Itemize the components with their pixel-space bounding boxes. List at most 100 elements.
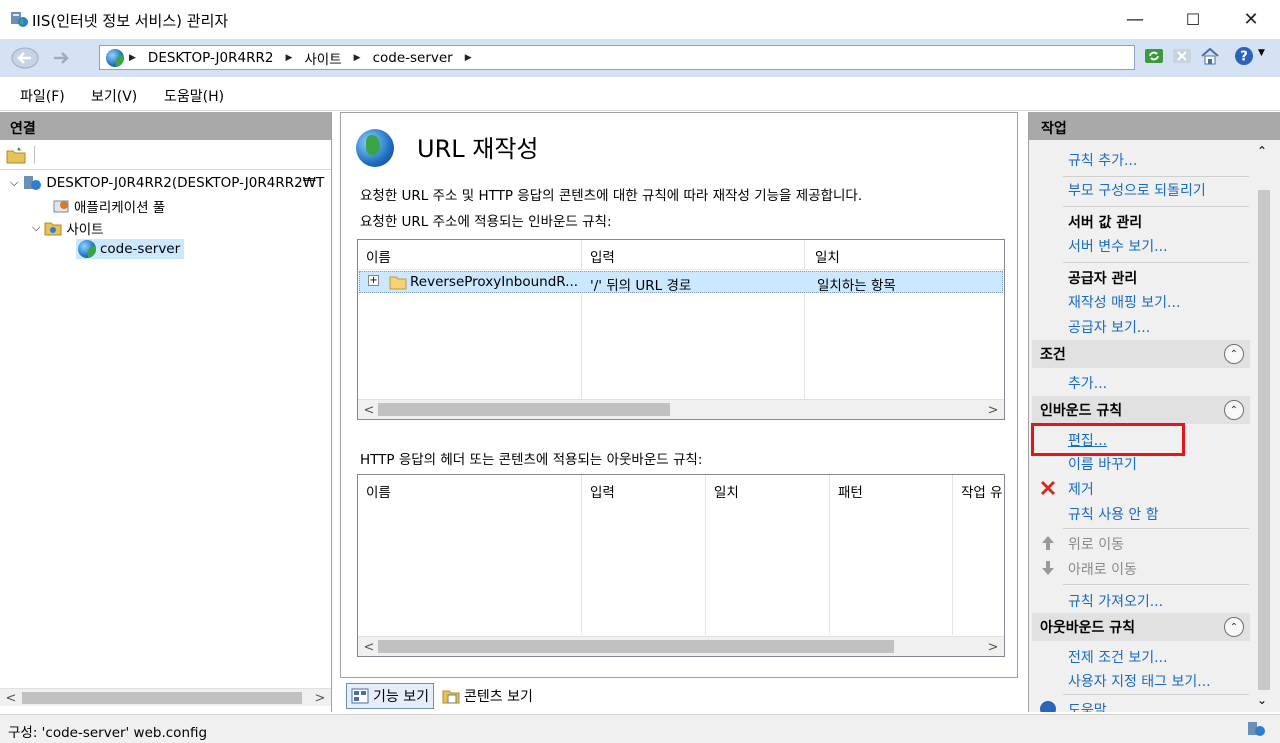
inbound-rules-grid[interactable]: 이름 입력 일치 + ReverseProxyInboundR... '/' 뒤… <box>357 239 1005 420</box>
scroll-right-icon[interactable]: > <box>984 638 1002 656</box>
expand-plus-icon[interactable]: + <box>368 275 379 286</box>
tab-content-view[interactable]: 콘텐츠 보기 <box>438 683 537 709</box>
inbound-header: 이름 입력 일치 <box>358 240 1004 270</box>
action-move-down[interactable]: 아래로 이동 <box>1068 559 1137 579</box>
features-view-icon <box>351 688 369 704</box>
scroll-down-icon[interactable]: ⌄ <box>1257 693 1267 707</box>
menu-view[interactable]: 보기(V) <box>91 86 137 106</box>
view-tabs: 기능 보기 콘텐츠 보기 <box>346 683 537 709</box>
action-condition-add[interactable]: 추가... <box>1068 373 1107 393</box>
connections-hscroll[interactable]: < > <box>0 688 331 706</box>
menu-bar: 파일(F) 보기(V) 도움말(H) <box>0 77 1280 111</box>
breadcrumb-server[interactable]: DESKTOP-J0R4RR2 <box>148 50 274 66</box>
action-view-providers[interactable]: 공급자 보기... <box>1068 317 1150 337</box>
action-revert-parent[interactable]: 부모 구성으로 되돌리기 <box>1068 180 1206 200</box>
breadcrumb-sites[interactable]: 사이트 <box>304 48 341 68</box>
col-header-input[interactable]: 입력 <box>590 481 615 501</box>
action-rename[interactable]: 이름 바꾸기 <box>1068 454 1137 474</box>
refresh-icon[interactable] <box>1143 45 1165 67</box>
breadcrumb-site[interactable]: code-server <box>373 50 453 66</box>
outbound-section-bar[interactable]: 아웃바운드 규칙 ⌃ <box>1032 613 1250 641</box>
col-header-match[interactable]: 일치 <box>714 481 739 501</box>
scroll-right-icon[interactable]: > <box>311 689 329 707</box>
action-view-custom-tags[interactable]: 사용자 지정 태그 보기... <box>1068 671 1211 691</box>
scroll-right-icon[interactable]: > <box>984 401 1002 419</box>
tree-label-server: DESKTOP-J0R4RR2(DESKTOP-J0R4RR2₩T <box>46 175 325 191</box>
maximize-button[interactable]: ☐ <box>1164 0 1222 39</box>
col-header-input[interactable]: 입력 <box>590 246 615 266</box>
forward-button[interactable] <box>44 46 78 70</box>
help-icon[interactable]: ? <box>1233 45 1255 67</box>
action-view-preconditions[interactable]: 전제 조건 보기... <box>1068 647 1168 667</box>
action-remove[interactable]: 제거 <box>1068 479 1094 499</box>
title-bar: IIS(인터넷 정보 서비스) 관리자 — ☐ ✕ <box>0 0 1280 39</box>
outbound-hscroll[interactable]: < > <box>358 636 1004 656</box>
scroll-up-icon[interactable]: ⌃ <box>1257 144 1267 158</box>
scroll-left-icon[interactable]: < <box>360 401 378 419</box>
divider <box>1063 176 1249 177</box>
table-row[interactable]: + ReverseProxyInboundR... '/' 뒤의 URL 경로 … <box>359 271 1003 294</box>
rule-name: ReverseProxyInboundR... <box>410 274 579 290</box>
home-icon[interactable] <box>1199 45 1221 67</box>
divider <box>1063 584 1249 585</box>
new-connection-icon[interactable] <box>6 146 26 164</box>
scroll-left-icon[interactable]: < <box>360 638 378 656</box>
app-pool-icon <box>53 200 69 213</box>
scroll-thumb[interactable] <box>378 640 894 653</box>
server-icon <box>24 176 42 190</box>
tree-node-sites[interactable]: ⌵ 사이트 <box>32 218 104 238</box>
minimize-button[interactable]: — <box>1106 0 1164 39</box>
feature-pane: URL 재작성 요청한 URL 주소 및 HTTP 응답의 콘텐츠에 대한 규칙… <box>340 112 1018 678</box>
back-button[interactable] <box>8 46 42 70</box>
actions-pane: 작업 ⌃ ⌄ 규칙 추가... 부모 구성으로 되돌리기 서버 값 관리 서버 … <box>1028 112 1280 712</box>
collapse-up-icon[interactable]: ⌃ <box>1224 400 1244 420</box>
action-disable-rule[interactable]: 규칙 사용 안 함 <box>1068 504 1159 524</box>
action-view-server-vars[interactable]: 서버 변수 보기... <box>1068 236 1168 256</box>
scroll-thumb[interactable] <box>22 692 302 704</box>
close-button[interactable]: ✕ <box>1222 0 1280 39</box>
col-header-pattern[interactable]: 패턴 <box>838 481 863 501</box>
col-divider <box>581 240 582 400</box>
menu-file[interactable]: 파일(F) <box>20 86 65 106</box>
action-help[interactable]: 도움말 <box>1068 700 1107 712</box>
connections-toolbar <box>0 140 331 170</box>
tab-features-view[interactable]: 기능 보기 <box>346 683 434 709</box>
action-import-rules[interactable]: 규칙 가져오기... <box>1068 591 1163 611</box>
outbound-rules-grid[interactable]: 이름 입력 일치 패턴 작업 유 < > <box>357 474 1005 657</box>
action-move-up[interactable]: 위로 이동 <box>1068 534 1124 554</box>
inbound-section-bar[interactable]: 인바운드 규칙 ⌃ <box>1032 396 1250 424</box>
status-text: 구성: 'code-server' web.config <box>8 725 208 741</box>
scroll-thumb[interactable] <box>378 403 670 416</box>
help-dropdown-icon[interactable]: ▼ <box>1258 48 1265 58</box>
scroll-thumb[interactable] <box>1258 190 1270 690</box>
address-breadcrumb[interactable]: ▶ DESKTOP-J0R4RR2 ▶ 사이트 ▶ code-server ▶ <box>99 45 1135 70</box>
tree-node-server[interactable]: ⌵ DESKTOP-J0R4RR2(DESKTOP-J0R4RR2₩T <box>10 174 324 192</box>
conditions-section-bar[interactable]: 조건 ⌃ <box>1032 340 1250 368</box>
divider <box>1063 206 1249 207</box>
tab-content-label: 콘텐츠 보기 <box>463 689 533 705</box>
col-divider <box>705 475 706 635</box>
connections-title: 연결 <box>0 112 331 140</box>
sites-folder-icon <box>44 222 62 236</box>
action-add-rule[interactable]: 규칙 추가... <box>1068 150 1137 170</box>
tree-node-app-pools[interactable]: 애플리케이션 풀 <box>52 196 165 216</box>
menu-help[interactable]: 도움말(H) <box>164 86 224 106</box>
tree-node-code-server[interactable]: code-server <box>76 239 185 259</box>
col-header-name[interactable]: 이름 <box>366 246 391 266</box>
stop-icon[interactable] <box>1171 45 1193 67</box>
status-bar: 구성: 'code-server' web.config <box>0 714 1280 743</box>
col-header-match[interactable]: 일치 <box>815 246 840 266</box>
col-header-name[interactable]: 이름 <box>366 481 391 501</box>
chevron-right-icon: ▶ <box>353 52 361 63</box>
scroll-left-icon[interactable]: < <box>2 689 20 707</box>
edit-highlight-box <box>1031 423 1185 456</box>
actions-vscroll[interactable]: ⌃ ⌄ <box>1253 140 1275 712</box>
collapse-up-icon[interactable]: ⌃ <box>1224 617 1244 637</box>
col-divider <box>952 475 953 635</box>
collapse-up-icon[interactable]: ⌃ <box>1224 344 1244 364</box>
action-view-maps[interactable]: 재작성 매핑 보기... <box>1068 292 1180 312</box>
col-divider <box>829 475 830 635</box>
col-header-action[interactable]: 작업 유 <box>961 481 1003 501</box>
inbound-hscroll[interactable]: < > <box>358 399 1004 419</box>
iis-app-icon <box>11 12 28 27</box>
